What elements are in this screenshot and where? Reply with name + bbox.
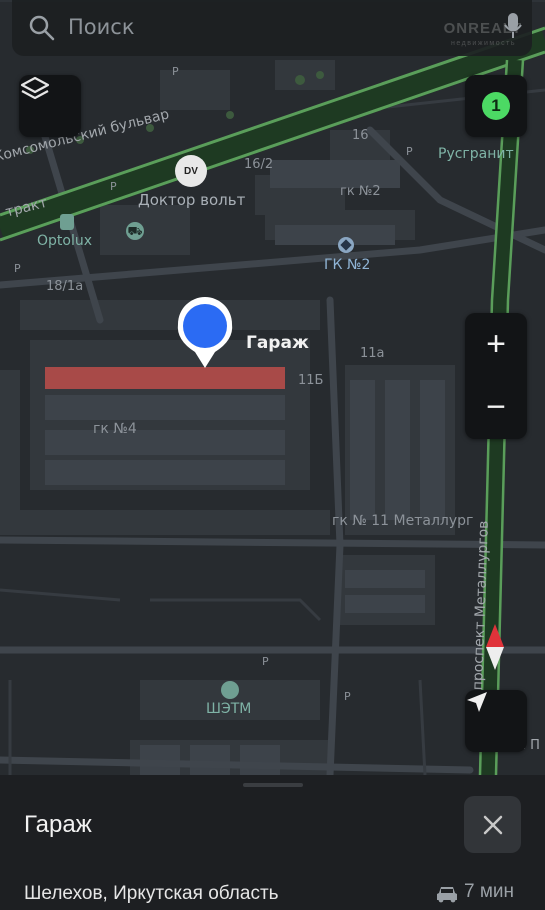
my-location-button[interactable] xyxy=(465,690,527,752)
label-gk2-small: гк №2 xyxy=(340,184,381,199)
travel-time: 7 мин xyxy=(464,881,515,902)
parking-icon: P xyxy=(262,655,269,668)
navigation-arrow-icon xyxy=(467,692,487,712)
cart-icon[interactable]: ⛟ xyxy=(126,222,144,240)
label-gk4: гк №4 xyxy=(93,421,137,437)
selected-place-label[interactable]: Гараж xyxy=(246,333,309,353)
search-bar[interactable]: Поиск ONREALT недвижимость xyxy=(12,0,532,56)
poi-rusgranit[interactable]: Русгранит xyxy=(438,146,514,162)
doctor-volt-logo-icon[interactable]: DV xyxy=(175,155,207,187)
compass-icon[interactable] xyxy=(484,624,506,670)
layers-icon xyxy=(20,76,50,100)
zoom-controls: + − xyxy=(465,313,527,439)
place-address: Шелехов, Иркутская область xyxy=(24,883,279,904)
map-canvas xyxy=(0,0,545,775)
badge-count: 1 xyxy=(482,92,510,120)
sheet-handle[interactable] xyxy=(243,783,303,787)
close-icon xyxy=(483,815,502,834)
zoom-out-button[interactable]: − xyxy=(465,376,527,439)
parking-icon: P xyxy=(172,65,179,78)
car-icon xyxy=(437,887,457,903)
traffic-badge-button[interactable]: 1 xyxy=(465,75,527,137)
address-16-2: 16/2 xyxy=(244,157,274,172)
layers-button[interactable] xyxy=(19,75,81,137)
label-gk11: гк № 11 Металлург xyxy=(332,513,474,529)
diamond-poi-icon[interactable] xyxy=(338,237,354,253)
address-11b: 11Б xyxy=(298,373,324,388)
microphone-icon[interactable] xyxy=(504,12,522,40)
address-16: 16 xyxy=(352,128,369,143)
place-title: Гараж xyxy=(24,811,92,838)
parking-icon: P xyxy=(344,690,351,703)
parking-icon: P xyxy=(14,262,21,275)
shopping-bag-icon[interactable] xyxy=(60,214,74,230)
poi-doctor-volt[interactable]: Доктор вольт xyxy=(138,191,245,209)
search-icon xyxy=(29,15,55,41)
search-input[interactable]: Поиск xyxy=(68,15,135,39)
watermark-sub: недвижимость xyxy=(451,40,516,47)
factory-icon[interactable] xyxy=(221,681,239,699)
parking-icon: P xyxy=(406,145,413,158)
poi-optolux[interactable]: Optolux xyxy=(37,233,92,249)
place-card[interactable]: Гараж Шелехов, Иркутская область 7 мин xyxy=(0,775,545,910)
map-view[interactable]: Комсомольский бульвар тракт DV Доктор во… xyxy=(0,0,545,775)
zoom-in-button[interactable]: + xyxy=(465,313,527,376)
address-18-1a: 18/1а xyxy=(46,279,84,294)
parking-icon: P xyxy=(110,180,117,193)
address-11a: 11а xyxy=(360,346,385,361)
poi-gk2[interactable]: ГК №2 xyxy=(324,257,370,273)
close-button[interactable] xyxy=(464,796,521,853)
poi-shetm[interactable]: ШЭТМ xyxy=(206,701,251,717)
